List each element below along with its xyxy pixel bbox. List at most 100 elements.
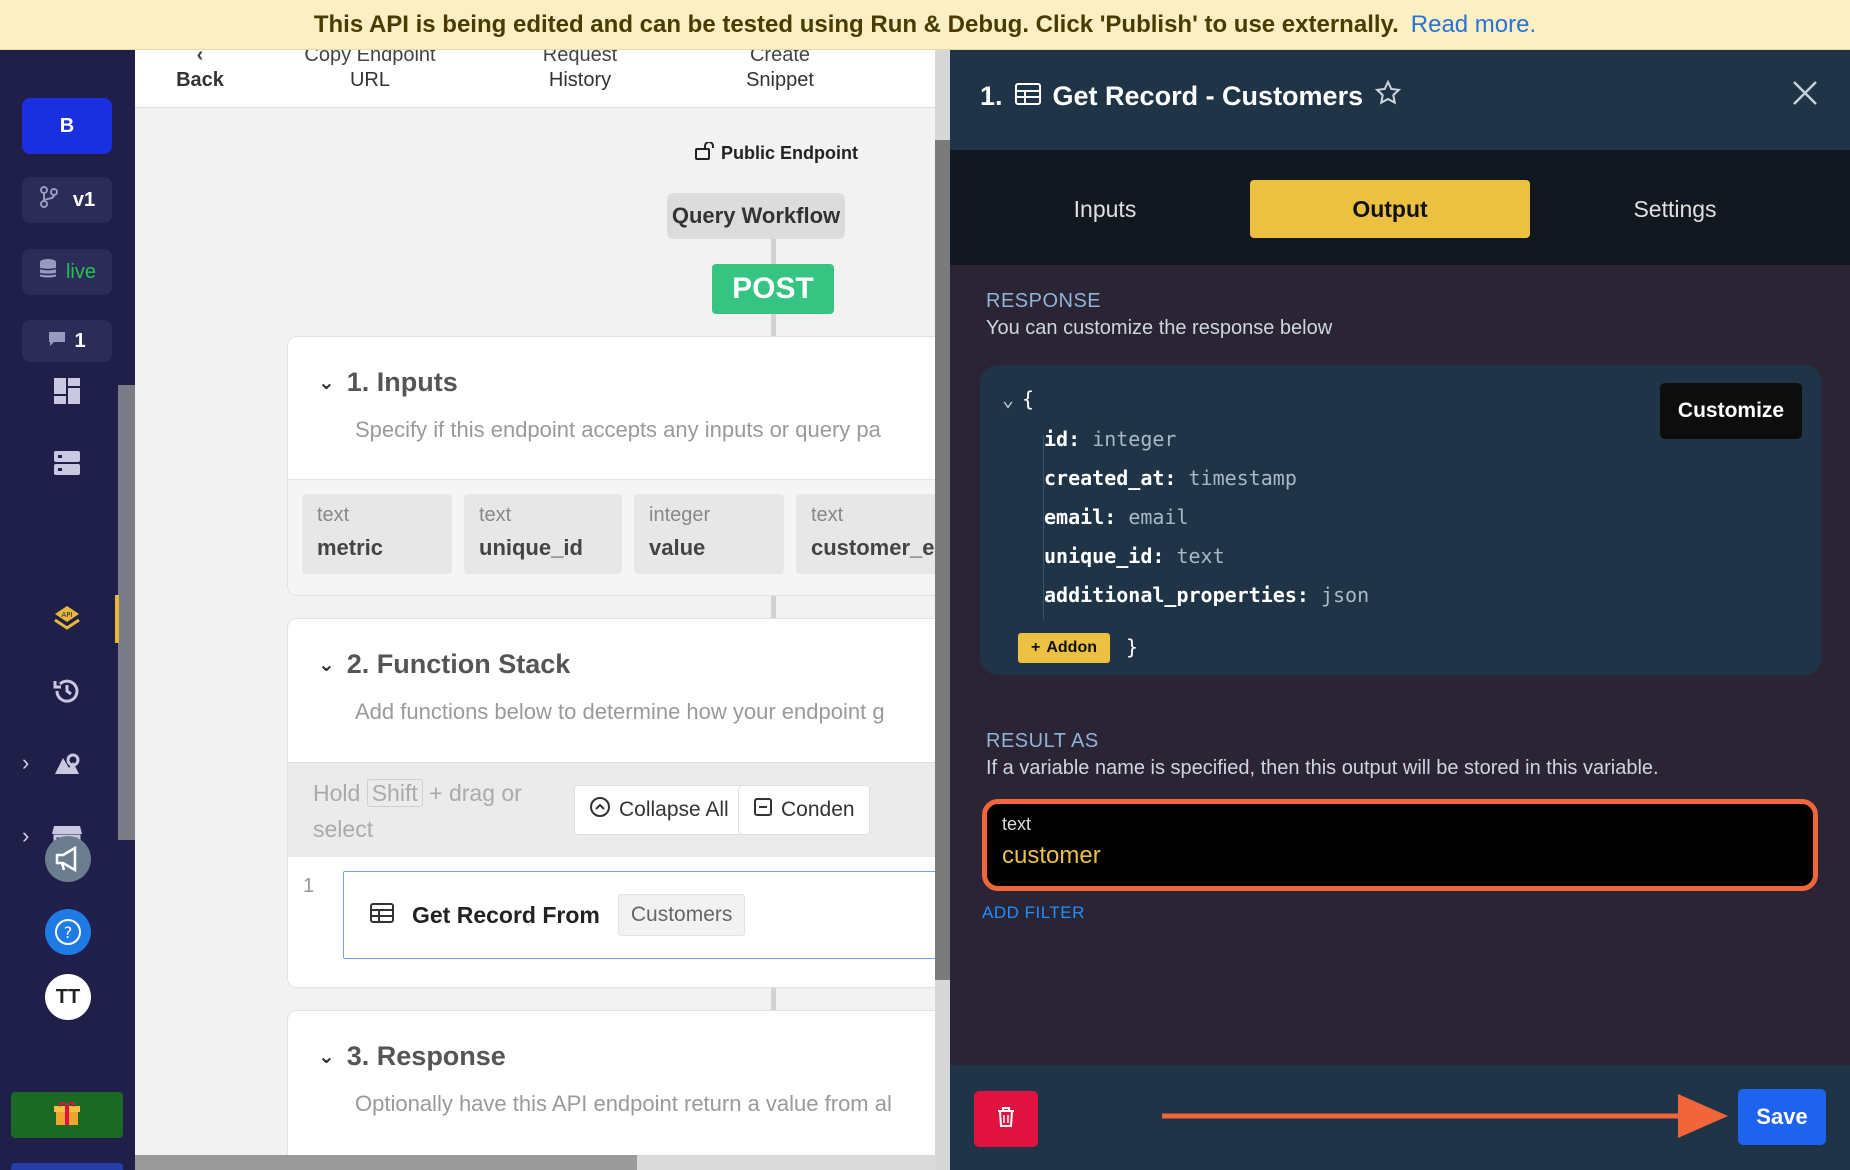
field-type: text [1176, 544, 1225, 568]
datasource-label: live [65, 260, 96, 283]
inputs-title: 1. Inputs [346, 367, 458, 397]
field-type: email [1128, 505, 1189, 529]
close-brace: } [1126, 635, 1139, 659]
step-index: 1. [980, 81, 1003, 111]
function-stack-title: 2. Function Stack [346, 649, 571, 679]
expand-tasks-chevron-icon[interactable]: › [22, 750, 29, 776]
field-key: created_at [1044, 466, 1165, 490]
create-snippet-button[interactable]: Create Snippet [725, 50, 835, 94]
user-avatar[interactable]: TT [45, 974, 91, 1020]
result-variable-input[interactable]: text customer [982, 799, 1818, 891]
tab-settings[interactable]: Settings [1570, 180, 1780, 238]
panel-header: 1. Get Record - Customers [950, 50, 1850, 150]
connector-line [771, 596, 776, 618]
gift-button[interactable] [11, 1092, 123, 1138]
banner-message: This API is being edited and can be test… [313, 10, 1399, 38]
expand-sidebar-button[interactable]: » [11, 1163, 123, 1170]
tab-inputs[interactable]: Inputs [1000, 180, 1210, 238]
workspace-button[interactable]: B [22, 98, 112, 154]
chevron-down-icon: ⌄ [318, 1046, 335, 1068]
input-chip[interactable]: text unique_id [464, 494, 622, 574]
schema-field[interactable]: created_at: timestamp [1044, 466, 1297, 490]
copy-endpoint-url-button[interactable]: Copy Endpoint URL [285, 50, 455, 94]
database-icon [38, 258, 58, 286]
gift-icon [53, 1099, 81, 1132]
tab-output[interactable]: Output [1250, 180, 1530, 238]
field-key: additional_properties [1044, 583, 1297, 607]
save-button[interactable]: Save [1738, 1089, 1826, 1145]
workspace-initial: B [59, 114, 75, 137]
addon-button[interactable]: + Addon [1018, 633, 1110, 663]
delete-button[interactable] [974, 1091, 1038, 1147]
add-filter-link[interactable]: ADD FILTER [982, 903, 1085, 923]
canvas-horizontal-scrollbar[interactable] [135, 1155, 935, 1170]
back-button[interactable]: ‹ Back [170, 50, 230, 94]
announcement-icon[interactable] [45, 836, 91, 882]
copy-url-line1: Copy Endpoint [304, 50, 436, 66]
connector-line [771, 314, 776, 336]
canvas-vertical-scrollbar[interactable] [935, 50, 950, 1170]
inputs-section-header[interactable]: ⌄ 1. Inputs [318, 367, 458, 398]
schema-field[interactable]: additional_properties: json [1044, 583, 1369, 607]
svg-text:?: ? [64, 923, 73, 942]
comment-count: 1 [74, 329, 86, 352]
database-table-icon[interactable] [48, 444, 86, 482]
response-section-header[interactable]: ⌄ 3. Response [318, 1041, 506, 1072]
function-stack-header[interactable]: ⌄ 2. Function Stack [318, 649, 570, 680]
dashboard-icon[interactable] [48, 372, 86, 410]
schema-field[interactable]: email: email [1044, 505, 1189, 529]
shift-key: Shift [366, 779, 423, 807]
input-name: metric [317, 535, 384, 560]
step-number: 1 [303, 875, 315, 897]
history-icon[interactable] [48, 672, 86, 710]
scrollbar-thumb[interactable] [135, 1155, 637, 1170]
customize-button[interactable]: Customize [1660, 383, 1802, 439]
drag-hint: Hold Shift + drag or select [313, 775, 563, 847]
branch-button[interactable]: v1 [22, 177, 112, 223]
branch-label: v1 [72, 188, 96, 211]
schema-field[interactable]: id: integer [1044, 427, 1176, 451]
comments-button[interactable]: 1 [22, 320, 112, 362]
trash-icon [996, 1106, 1016, 1133]
input-chip[interactable]: text customer_e [796, 494, 935, 574]
field-key: email [1044, 505, 1105, 529]
back-chevron-icon: ‹ [196, 50, 204, 66]
input-chip[interactable]: integer value [634, 494, 784, 574]
request-history-button[interactable]: Request History [520, 50, 640, 94]
left-sidebar: B v1 live 1 API › › ? TT [0, 50, 135, 1170]
help-icon[interactable]: ? [45, 909, 91, 955]
history-line1: Request [542, 50, 618, 66]
addon-label: Addon [1046, 639, 1097, 656]
public-endpoint-toggle[interactable]: Public Endpoint [695, 141, 858, 165]
expand-marketplace-chevron-icon[interactable]: › [22, 823, 29, 849]
canvas-toolbar: ‹ Back Copy Endpoint URL Request History… [135, 50, 935, 108]
function-stack-toolbar: Hold Shift + drag or select Collapse All… [288, 762, 935, 857]
collapse-all-label: Collapse All [619, 798, 729, 821]
condense-button[interactable]: Conden [738, 785, 870, 835]
close-icon[interactable] [1790, 78, 1820, 113]
arrow-right-icon [1158, 1092, 1738, 1145]
field-type: integer [1092, 427, 1177, 451]
collapse-chevron-icon[interactable]: ⌄ [1002, 387, 1014, 411]
collapse-all-button[interactable]: Collapse All [574, 785, 744, 835]
scrollbar-thumb[interactable] [935, 140, 950, 980]
step-table-chip[interactable]: Customers [617, 894, 746, 936]
svg-text:API: API [61, 611, 72, 619]
input-chip[interactable]: text metric [302, 494, 452, 574]
read-more-link[interactable]: Read more. [1411, 11, 1536, 39]
function-step-card[interactable]: Get Record From Customers [343, 871, 935, 959]
response-title: 3. Response [346, 1041, 506, 1071]
schema-field[interactable]: unique_id: text [1044, 544, 1225, 568]
api-icon[interactable]: API [48, 600, 86, 638]
star-icon[interactable] [1375, 79, 1402, 113]
sidebar-scrollbar[interactable] [118, 385, 135, 840]
tasks-icon[interactable] [48, 746, 86, 784]
avatar-initials: TT [55, 985, 81, 1008]
table-icon [1014, 81, 1041, 112]
http-method-badge[interactable]: POST [712, 264, 834, 314]
endpoint-canvas: ‹ Back Copy Endpoint URL Request History… [135, 50, 935, 1170]
function-step-row: 1 Get Record From Customers [288, 857, 935, 987]
panel-tabs: Inputs Output Settings [950, 150, 1850, 265]
datasource-button[interactable]: live [22, 249, 112, 295]
field-type: json [1320, 583, 1370, 607]
